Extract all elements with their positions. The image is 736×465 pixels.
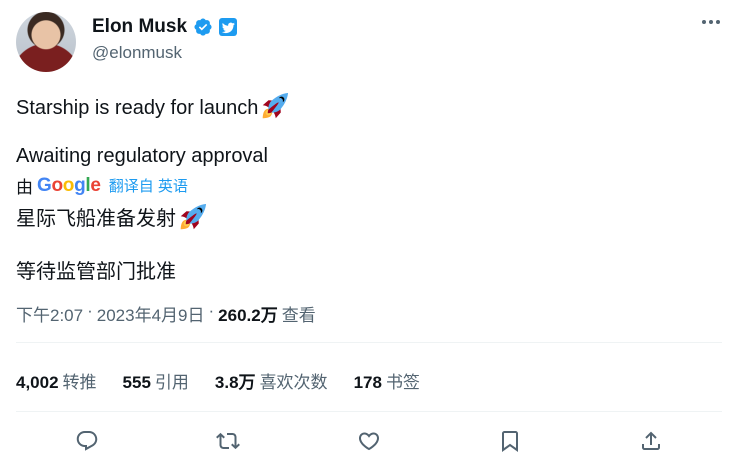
- divider: [16, 342, 722, 343]
- stat-likes[interactable]: 3.8万 喜欢次数: [215, 368, 328, 393]
- engagement-stats: 4,002 转推 555 引用 3.8万 喜欢次数 178 书签: [16, 368, 420, 393]
- rocket-emoji-icon: [263, 93, 289, 119]
- avatar[interactable]: [16, 12, 76, 72]
- rocket-emoji-icon: [180, 204, 206, 230]
- google-logo: Google: [37, 174, 101, 196]
- author-name[interactable]: Elon Musk: [92, 16, 187, 38]
- views-label: 查看: [281, 306, 316, 325]
- tweet-actions: [16, 425, 722, 457]
- share-button[interactable]: [634, 424, 668, 458]
- views-count: 260.2万: [218, 306, 278, 325]
- tweet-date[interactable]: 2023年4月9日: [97, 301, 205, 326]
- tweet-meta: 下午2:07 · 2023年4月9日 · 260.2万 查看: [16, 301, 316, 326]
- twitter-logo-icon: [219, 18, 238, 36]
- translated-text-line1: 星际飞船准备发射: [16, 202, 206, 231]
- reply-icon: [76, 431, 97, 451]
- like-button[interactable]: [352, 424, 386, 458]
- bookmark-button[interactable]: [493, 424, 527, 458]
- stat-bookmarks[interactable]: 178 书签: [354, 368, 420, 393]
- translate-link[interactable]: 翻译自 英语: [109, 175, 188, 196]
- reply-button[interactable]: [70, 424, 104, 458]
- stat-retweets[interactable]: 4,002 转推: [16, 368, 97, 393]
- tweet-text-line1: Starship is ready for launch: [16, 93, 289, 120]
- retweet-button[interactable]: [211, 424, 245, 458]
- more-icon[interactable]: [702, 20, 720, 24]
- retweet-icon: [215, 432, 240, 450]
- tweet-text-line2: Awaiting regulatory approval: [16, 145, 269, 167]
- tweet-time[interactable]: 下午2:07: [16, 301, 83, 326]
- author-handle[interactable]: @elonmusk: [92, 43, 182, 63]
- verified-badge-icon[interactable]: [193, 17, 213, 37]
- translated-text-line2: 等待监管部门批准: [16, 261, 176, 283]
- share-icon: [642, 431, 661, 450]
- translation-attribution: 由 Google 翻译自 英语: [16, 174, 188, 198]
- stat-quotes[interactable]: 555 引用: [123, 368, 189, 393]
- like-icon: [358, 432, 379, 451]
- divider: [16, 411, 722, 412]
- author-name-row: Elon Musk: [92, 16, 238, 38]
- bookmark-icon: [502, 431, 519, 452]
